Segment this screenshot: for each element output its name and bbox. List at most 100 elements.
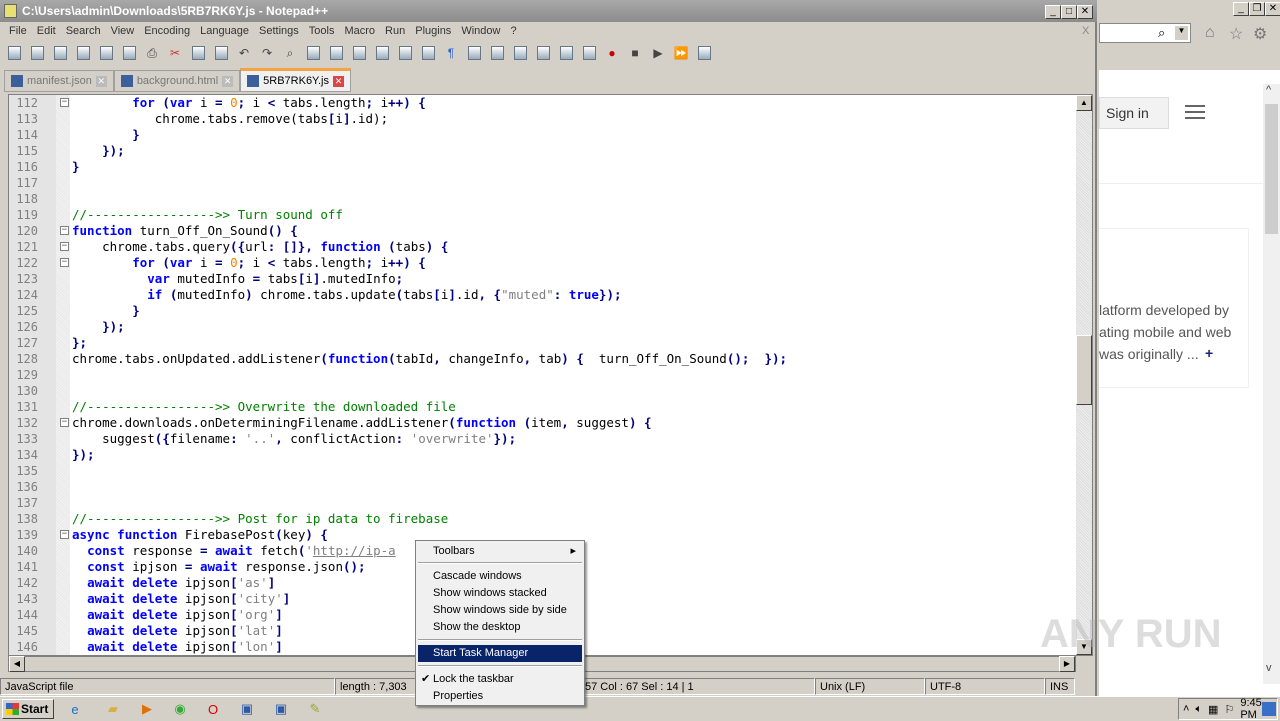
browser-restore-button[interactable]: ❐ (1249, 2, 1265, 16)
fold-toggle-icon[interactable]: − (60, 530, 69, 539)
notepadpp-taskbar-icon[interactable]: ✎ (302, 699, 328, 719)
browser-minimize-button[interactable]: _ (1233, 2, 1249, 16)
open-icon[interactable] (27, 43, 47, 63)
menu-view[interactable]: View (106, 22, 140, 42)
powershell2-taskbar-icon[interactable]: ▣ (268, 699, 294, 719)
wrap-icon[interactable] (418, 43, 438, 63)
menu-file[interactable]: File (4, 22, 32, 42)
media-player-taskbar-icon[interactable]: ▶ (134, 699, 160, 719)
save-macro-icon[interactable] (694, 43, 714, 63)
close-tab-icon[interactable]: ✕ (332, 75, 344, 87)
find-icon[interactable]: ⌕ (280, 43, 300, 63)
show-desktop-button[interactable] (1262, 702, 1276, 716)
favorites-star-icon[interactable]: ☆ (1229, 24, 1243, 44)
gear-icon[interactable]: ⚙ (1253, 24, 1267, 44)
undo-icon[interactable]: ↶ (234, 43, 254, 63)
menu-edit[interactable]: Edit (32, 22, 61, 42)
zoom-in-icon[interactable] (326, 43, 346, 63)
tab-5rb7rk6y-js[interactable]: 5RB7RK6Y.js ✕ (240, 68, 351, 92)
print-icon[interactable]: ⎙ (142, 43, 162, 63)
menu-item-toolbars[interactable]: Toolbars ▸ (418, 543, 582, 560)
show-hidden-icons[interactable]: ˄ (1183, 703, 1189, 715)
menu-help[interactable]: ? (505, 22, 521, 42)
powershell-taskbar-icon[interactable]: ▣ (234, 699, 260, 719)
close-tab-icon[interactable]: ✕ (95, 75, 107, 87)
function-list-icon[interactable] (533, 43, 553, 63)
menu-macro[interactable]: Macro (339, 22, 380, 42)
fold-toggle-icon[interactable]: − (60, 418, 69, 427)
fold-toggle-icon[interactable]: − (60, 258, 69, 267)
scroll-thumb[interactable] (1076, 335, 1092, 405)
new-file-icon[interactable] (4, 43, 24, 63)
browser-scroll-thumb[interactable] (1265, 104, 1278, 234)
menu-language[interactable]: Language (195, 22, 254, 42)
paste-icon[interactable] (211, 43, 231, 63)
record-icon[interactable]: ● (602, 43, 622, 63)
sign-in-button[interactable]: Sign in (1099, 97, 1169, 129)
menu-tools[interactable]: Tools (304, 22, 340, 42)
chrome-taskbar-icon[interactable]: ◉ (167, 699, 193, 719)
scroll-left-button[interactable]: ◀ (9, 656, 25, 672)
doc-map-icon[interactable] (510, 43, 530, 63)
fold-toggle-icon[interactable]: − (60, 226, 69, 235)
menu-item-show-desktop[interactable]: Show the desktop (418, 619, 582, 636)
scroll-up-button[interactable]: ▲ (1076, 95, 1092, 111)
menu-item-start-task-manager[interactable]: Start Task Manager (418, 645, 582, 662)
fold-toggle-icon[interactable]: − (60, 242, 69, 251)
minimize-button[interactable]: _ (1045, 5, 1061, 19)
browser-close-button[interactable]: ✕ (1265, 2, 1280, 16)
zoom-out-icon[interactable] (349, 43, 369, 63)
maximize-button[interactable]: □ (1061, 5, 1077, 19)
close-all-icon[interactable] (119, 43, 139, 63)
udl-icon[interactable] (487, 43, 507, 63)
redo-icon[interactable]: ↷ (257, 43, 277, 63)
menu-item-show-windows-stacked[interactable]: Show windows stacked (418, 585, 582, 602)
close-icon[interactable] (96, 43, 116, 63)
explorer-taskbar-icon[interactable]: ▰ (100, 699, 126, 719)
tab-background-html[interactable]: background.html ✕ (113, 70, 241, 92)
cut-icon[interactable]: ✂ (165, 43, 185, 63)
hamburger-menu-icon[interactable] (1185, 105, 1205, 119)
sync-h-icon[interactable] (395, 43, 415, 63)
menu-plugins[interactable]: Plugins (410, 22, 456, 42)
scroll-right-button[interactable]: ▶ (1059, 656, 1075, 672)
expand-more-button[interactable]: + (1205, 345, 1213, 361)
action-center-flag-icon[interactable]: ⚐ (1224, 703, 1234, 716)
search-dropdown-icon[interactable]: ▼ (1175, 26, 1188, 40)
search-icon[interactable]: ⌕ (1158, 25, 1165, 41)
save-icon[interactable] (50, 43, 70, 63)
close-document-button[interactable]: X (1082, 25, 1089, 37)
menu-item-lock-taskbar[interactable]: ✔ Lock the taskbar (418, 671, 582, 688)
browser-scrollbar[interactable]: ^ v (1263, 84, 1280, 684)
menu-settings[interactable]: Settings (254, 22, 304, 42)
replace-icon[interactable] (303, 43, 323, 63)
save-all-icon[interactable] (73, 43, 93, 63)
indent-guide-icon[interactable] (464, 43, 484, 63)
copy-icon[interactable] (188, 43, 208, 63)
opera-taskbar-icon[interactable]: O (200, 699, 226, 719)
menu-item-show-windows-side-by-side[interactable]: Show windows side by side (418, 602, 582, 619)
menu-window[interactable]: Window (456, 22, 505, 42)
play-icon[interactable]: ▶ (648, 43, 668, 63)
monitor-icon[interactable] (579, 43, 599, 63)
menu-run[interactable]: Run (380, 22, 410, 42)
browser-search-box[interactable]: ⌕ ▼ (1099, 23, 1191, 43)
sync-v-icon[interactable] (372, 43, 392, 63)
play-multi-icon[interactable]: ⏩ (671, 43, 691, 63)
menu-item-cascade-windows[interactable]: Cascade windows (418, 568, 582, 585)
home-icon[interactable]: ⌂ (1205, 24, 1215, 42)
menu-encoding[interactable]: Encoding (139, 22, 195, 42)
start-button[interactable]: Start (2, 699, 54, 719)
folder-icon[interactable] (556, 43, 576, 63)
menu-search[interactable]: Search (61, 22, 106, 42)
scroll-down-icon[interactable]: v (1266, 662, 1272, 674)
volume-icon[interactable]: 🔈︎ (1195, 703, 1202, 716)
close-button[interactable]: ✕ (1077, 5, 1093, 19)
all-chars-icon[interactable]: ¶ (441, 43, 461, 63)
close-tab-icon[interactable]: ✕ (222, 75, 234, 87)
menu-item-properties[interactable]: Properties (418, 688, 582, 705)
tab-manifest-json[interactable]: manifest.json ✕ (4, 70, 114, 92)
scroll-up-icon[interactable]: ^ (1266, 84, 1271, 96)
fold-toggle-icon[interactable]: − (60, 98, 69, 107)
ie-taskbar-icon[interactable]: e (62, 699, 88, 719)
